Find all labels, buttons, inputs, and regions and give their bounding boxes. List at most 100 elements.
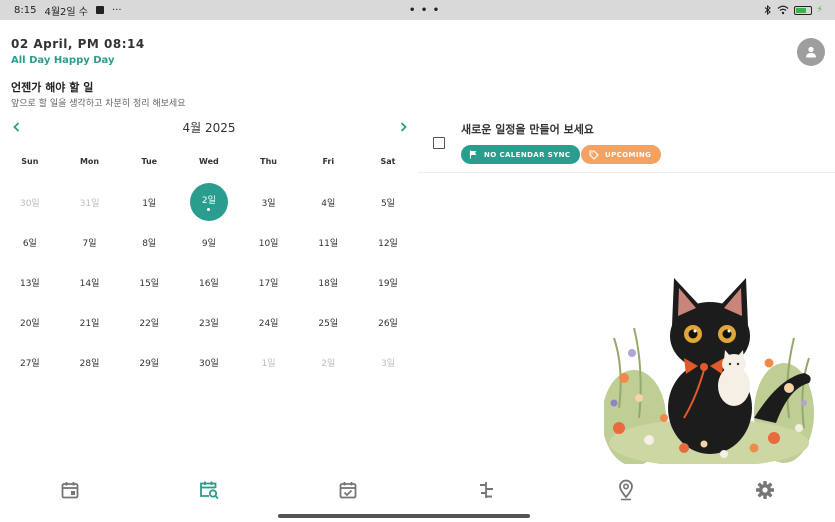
window-dots[interactable]: • • • <box>409 5 440 16</box>
calendar-day[interactable]: 30일 <box>179 342 239 382</box>
profile-avatar[interactable] <box>797 38 825 66</box>
calendar-day-label: 1일 <box>261 358 276 369</box>
status-date: 4월2일 수 <box>44 6 88 18</box>
bottom-navigation <box>0 470 835 510</box>
stop-icon <box>95 6 104 14</box>
calendar-day-label: 31일 <box>79 198 100 209</box>
calendar-day[interactable]: 27일 <box>0 342 60 382</box>
section-title: 언젠가 해야 할 일 <box>11 81 94 94</box>
calendar-day[interactable]: 16일 <box>179 262 239 302</box>
status-time: 8:15 <box>14 4 37 16</box>
calendar-day-label: 6일 <box>22 238 37 249</box>
calendar-week-row: 30일 31일 1일 2일 3일 4일 5일 <box>0 182 418 222</box>
weekday-header: Sun Mon Tue Wed Thu Fri Sat <box>0 157 418 166</box>
calendar-day[interactable]: 22일 <box>119 302 179 342</box>
timeline-icon <box>479 482 493 498</box>
calendar-day[interactable]: 11일 <box>298 222 358 262</box>
next-month-button[interactable] <box>396 119 410 133</box>
gear-icon <box>756 481 775 499</box>
calendar-day-label: 25일 <box>318 318 339 329</box>
event-title[interactable]: 새로운 일정을 만들어 보세요 <box>461 121 594 137</box>
date-title: 02 April, PM 08:14 <box>11 37 145 51</box>
calendar-day-label: 12일 <box>378 238 398 249</box>
calendar-day-selected[interactable]: 2일 <box>179 182 239 222</box>
calendar-day[interactable]: 3일 <box>358 342 418 382</box>
calendar-day[interactable]: 5일 <box>358 182 418 222</box>
calendar-day-label: 23일 <box>199 318 219 329</box>
calendar-search-icon <box>199 481 219 500</box>
calendar-day[interactable]: 29일 <box>119 342 179 382</box>
calendar-day[interactable]: 20일 <box>0 302 60 342</box>
wifi-icon <box>777 5 789 15</box>
person-icon <box>806 46 816 58</box>
calendar-day[interactable]: 1일 <box>239 342 299 382</box>
nav-settings[interactable] <box>695 470 834 510</box>
calendar-day[interactable]: 2일 <box>298 342 358 382</box>
calendar-grid: 30일 31일 1일 2일 3일 4일 5일 6일 7일 8일 9일 10일 11일 12일 13일 14일 1… <box>0 182 418 382</box>
calendar-day[interactable]: 15일 <box>119 262 179 302</box>
calendar-day[interactable]: 4일 <box>298 182 358 222</box>
calendar-day[interactable]: 14일 <box>60 262 120 302</box>
chevron-left-icon <box>13 122 20 132</box>
calendar-day[interactable]: 9일 <box>179 222 239 262</box>
calendar-day[interactable]: 12일 <box>358 222 418 262</box>
event-checkbox[interactable] <box>433 137 445 149</box>
upcoming-chip[interactable]: UPCOMING <box>581 145 662 164</box>
calendar-day[interactable]: 19일 <box>358 262 418 302</box>
calendar-day[interactable]: 8일 <box>119 222 179 262</box>
calendar-day-label: 13일 <box>19 278 40 289</box>
calendar-day[interactable]: 30일 <box>0 182 60 222</box>
calendar-day[interactable]: 23일 <box>179 302 239 342</box>
calendar-day-label: 2일 <box>201 196 216 206</box>
calendar-day-label: 30일 <box>19 198 40 209</box>
nav-timeline[interactable] <box>417 470 556 510</box>
calendar-day[interactable]: 24일 <box>239 302 299 342</box>
tag-icon <box>589 149 599 160</box>
calendar-day[interactable]: 18일 <box>298 262 358 302</box>
calendar-day[interactable]: 6일 <box>0 222 60 262</box>
weekday-label: Sat <box>380 157 396 166</box>
calendar-day-label: 1일 <box>142 198 157 209</box>
nav-tasks[interactable] <box>278 470 417 510</box>
no-calendar-sync-chip[interactable]: NO CALENDAR SYNC <box>461 145 581 164</box>
chip-label: UPCOMING <box>605 150 652 159</box>
calendar-day[interactable]: 17일 <box>239 262 299 302</box>
calendar-day-label: 11일 <box>318 238 339 249</box>
calendar-day-label: 20일 <box>19 318 40 329</box>
prev-month-button[interactable] <box>10 119 24 133</box>
status-left: 8:15 4월2일 수 ··· <box>14 3 122 18</box>
nav-location[interactable] <box>556 470 695 510</box>
calendar-day[interactable]: 13일 <box>0 262 60 302</box>
greeting-text: All Day Happy Day <box>11 55 115 66</box>
calendar-day[interactable]: 31일 <box>60 182 120 222</box>
selected-day-highlight: 2일 <box>189 183 228 221</box>
cat-flower-illustration <box>604 278 814 464</box>
calendar-day[interactable]: 7일 <box>60 222 120 262</box>
calendar-day[interactable]: 21일 <box>60 302 120 342</box>
weekday-label: Thu <box>260 157 278 166</box>
status-bar: 8:15 4월2일 수 ··· • • • ⚡ <box>0 0 835 20</box>
weekday-label: Wed <box>199 157 219 166</box>
calendar-day[interactable]: 28일 <box>60 342 120 382</box>
calendar-day[interactable]: 26일 <box>358 302 418 342</box>
weekday-label: Tue <box>141 157 158 166</box>
calendar-day-label: 24일 <box>258 318 279 329</box>
calendar-day-label: 26일 <box>378 318 398 329</box>
calendar-day[interactable]: 10일 <box>239 222 299 262</box>
nav-calendar[interactable] <box>0 470 139 510</box>
weekday-label: Mon <box>79 157 100 166</box>
calendar-day-label: 7일 <box>82 238 97 249</box>
calendar-day[interactable]: 25일 <box>298 302 358 342</box>
calendar-day-label: 14일 <box>79 278 100 289</box>
calendar-day-label: 3일 <box>380 358 395 369</box>
calendar-week-row: 27일 28일 29일 30일 1일 2일 3일 <box>0 342 418 382</box>
calendar-week-row: 13일 14일 15일 16일 17일 18일 19일 <box>0 262 418 302</box>
calendar-day-label: 9일 <box>201 238 216 249</box>
nav-search-calendar[interactable] <box>139 470 278 510</box>
calendar-day-label: 21일 <box>79 318 100 329</box>
calendar-day-label: 4일 <box>321 198 336 209</box>
home-indicator[interactable] <box>278 514 530 518</box>
calendar-day[interactable]: 1일 <box>119 182 179 222</box>
calendar-day[interactable]: 3일 <box>239 182 299 222</box>
calendar-day-label: 2일 <box>321 358 336 369</box>
